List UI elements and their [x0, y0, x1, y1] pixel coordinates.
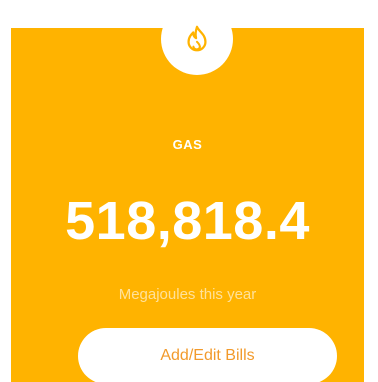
usage-value: 518,818.4 — [65, 191, 310, 251]
icon-badge — [161, 3, 233, 75]
gas-usage-widget: GAS 518,818.4 Megajoules this year Add/E… — [0, 0, 378, 382]
usage-unit-label: Megajoules this year — [118, 286, 257, 303]
add-edit-bills-button[interactable]: Add/Edit Bills — [78, 328, 337, 382]
utility-category-label: GAS — [172, 137, 203, 152]
gas-usage-card: GAS 518,818.4 Megajoules this year Add/E… — [11, 28, 364, 382]
flame-icon — [187, 25, 207, 52]
